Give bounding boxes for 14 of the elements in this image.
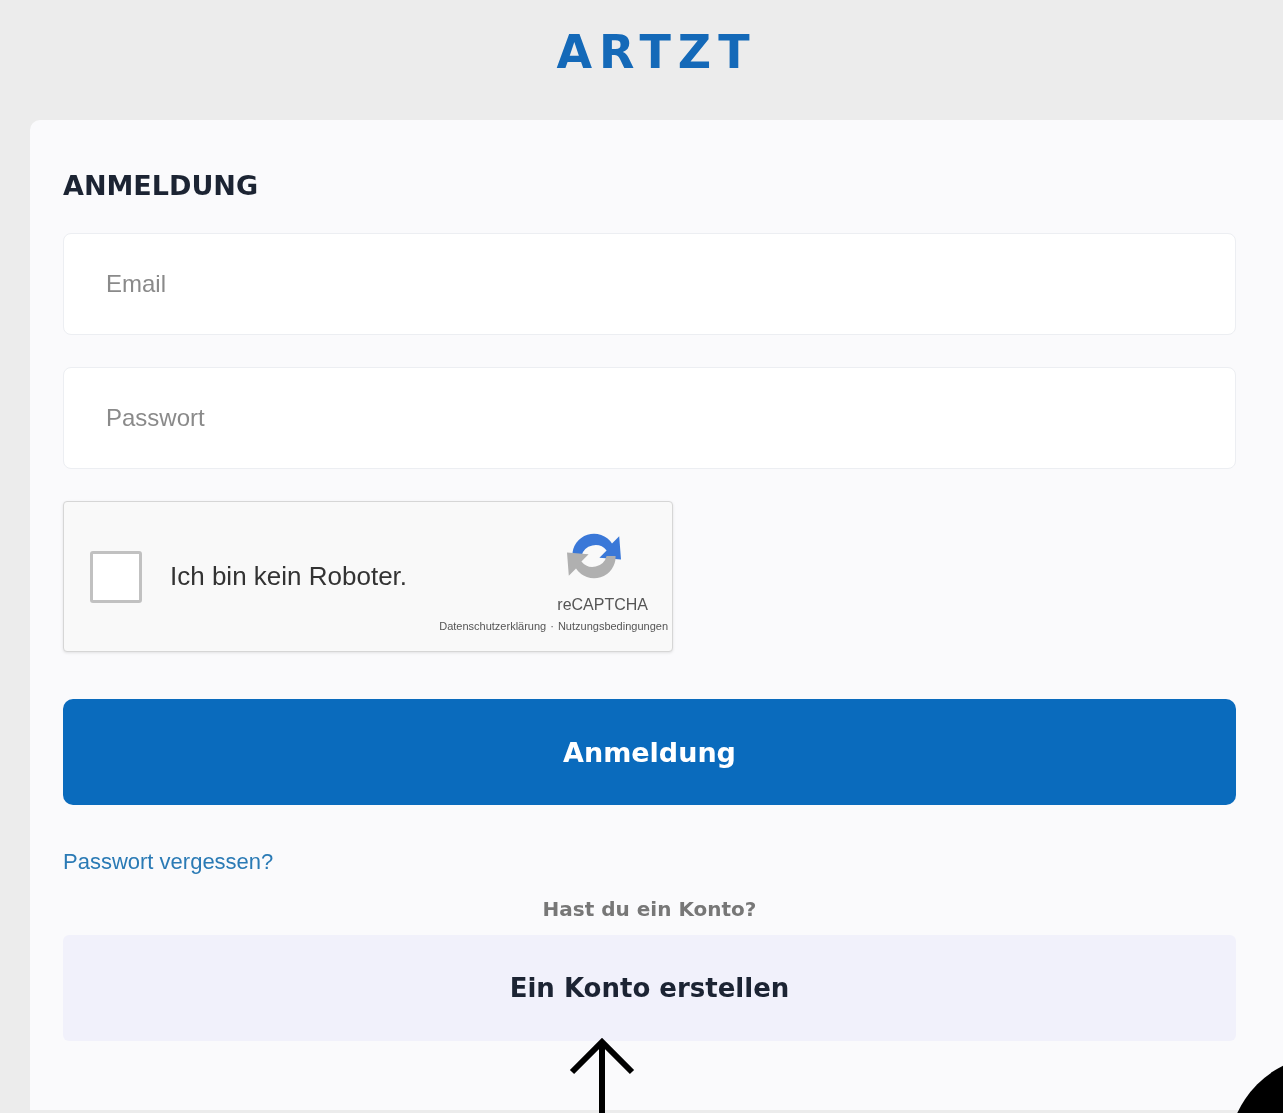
recaptcha-label: reCAPTCHA [557, 596, 648, 614]
checkbox[interactable] [90, 550, 142, 603]
input-field[interactable]: Passwort [63, 367, 1236, 469]
separator-dot: · [550, 620, 554, 632]
captcha-label: Ich bin kein Roboter. [170, 561, 408, 592]
privacy-link[interactable]: Datenschutzerklärung [439, 620, 547, 632]
form-heading: ANMELDUNG [63, 170, 260, 201]
input-field[interactable]: Email [63, 233, 1236, 335]
logo: ARTZT [556, 25, 757, 79]
create-account-button[interactable]: Ein Konto erstellen [63, 935, 1236, 1041]
login-button[interactable]: Anmeldung [63, 699, 1236, 805]
account-prompt: Hast du ein Konto? [542, 897, 757, 921]
terms-link[interactable]: Nutzungsbedingungen [557, 620, 668, 632]
forgot-password-link[interactable]: Passwort vergessen? [63, 849, 274, 874]
